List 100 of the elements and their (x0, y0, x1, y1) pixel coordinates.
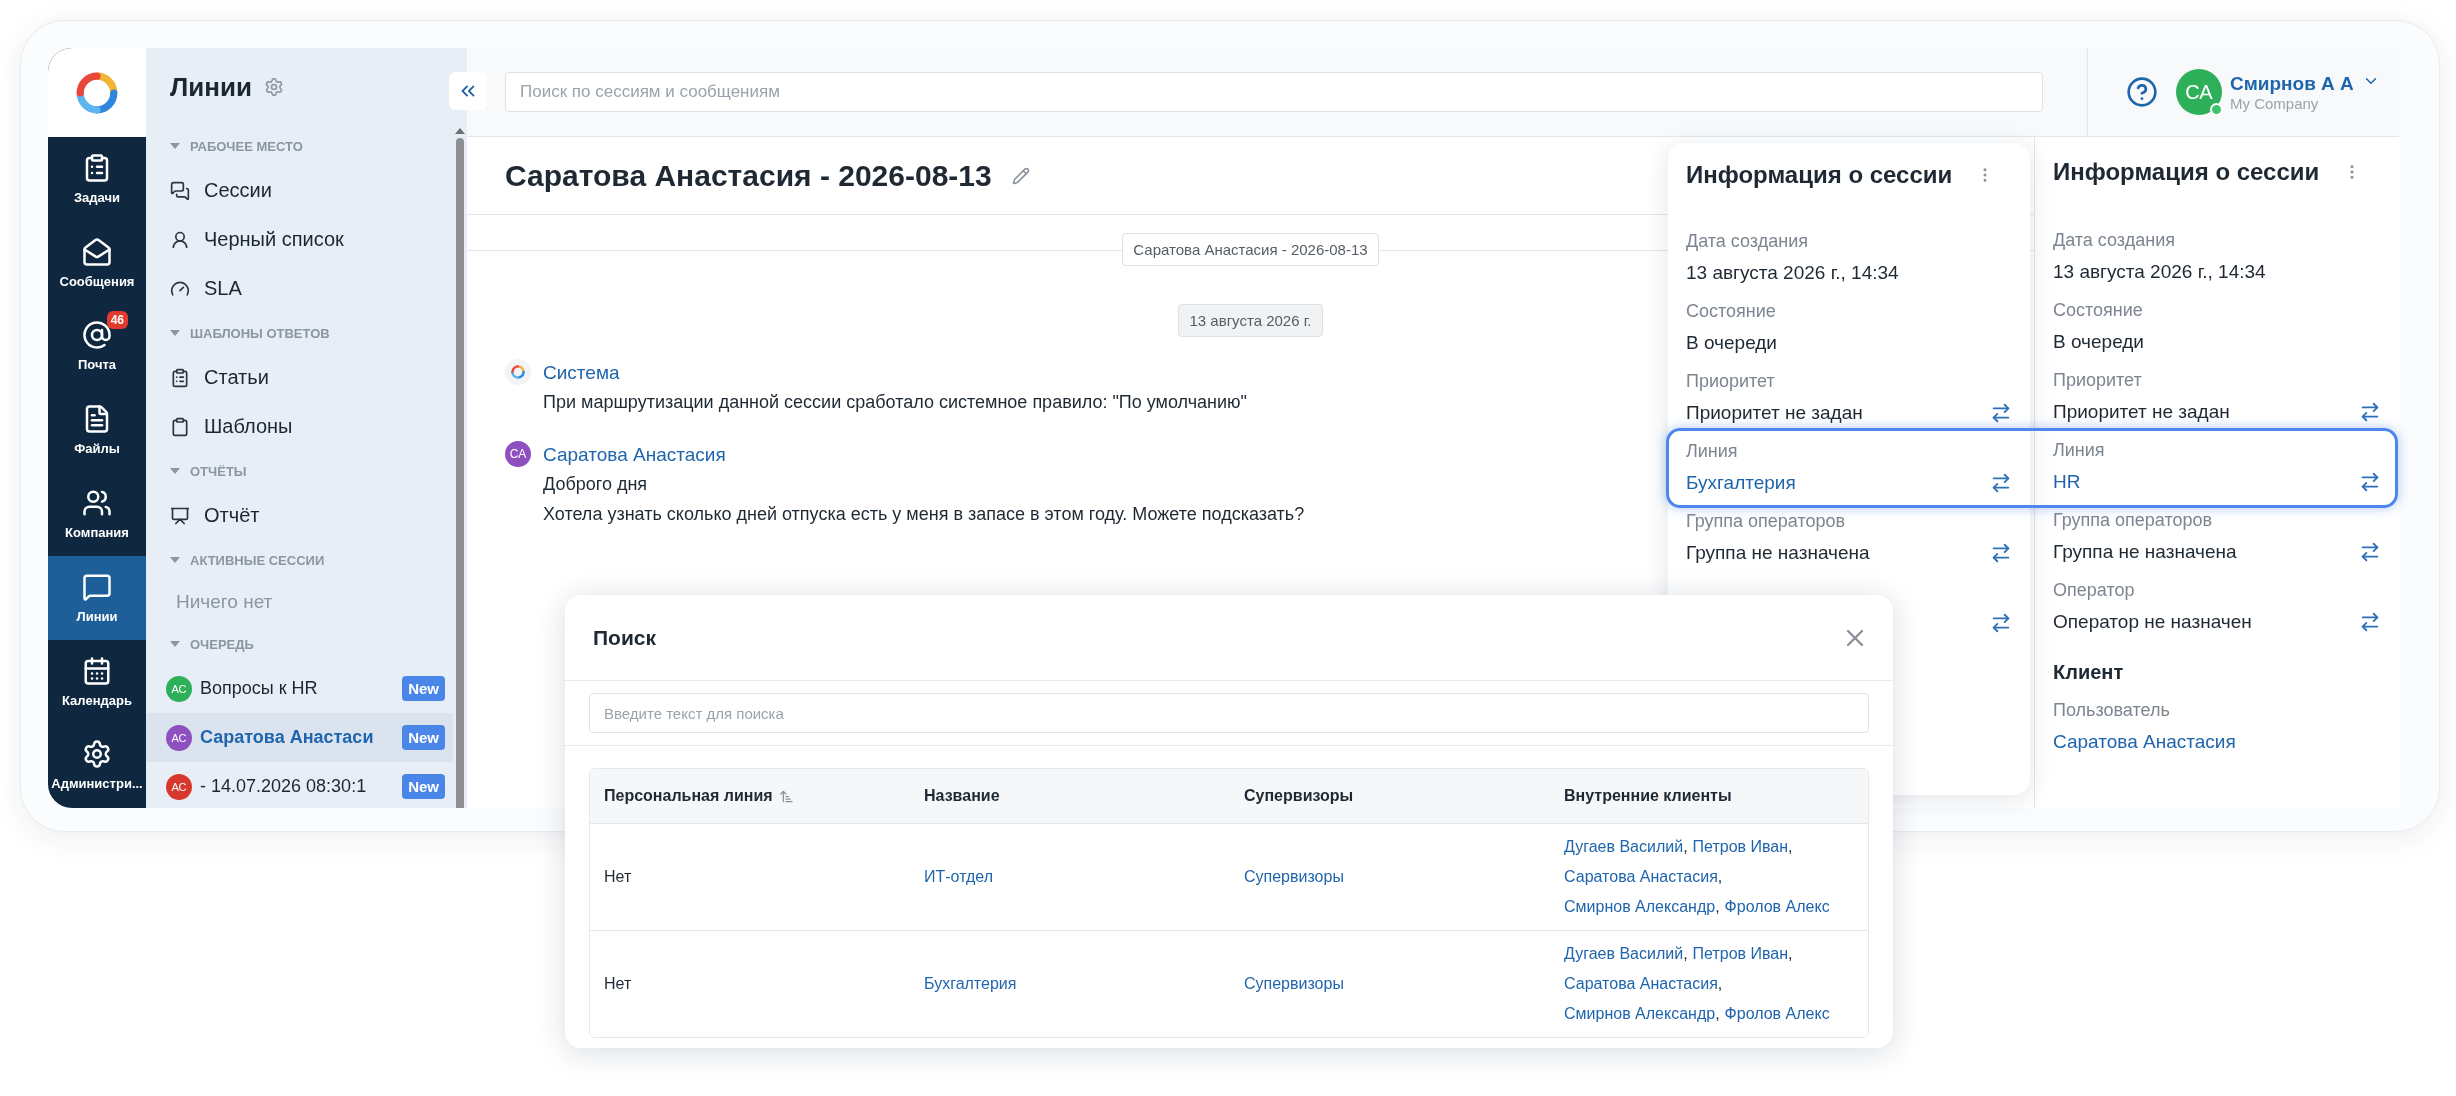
swap-icon[interactable] (2359, 401, 2381, 423)
field-value: Группа не назначена (1686, 542, 1870, 564)
separator-text: , (1788, 945, 1793, 962)
client-link[interactable]: Фролов Алекс (1724, 1005, 1830, 1022)
swap-icon[interactable] (2359, 541, 2381, 563)
nav-item[interactable]: Файлы (48, 388, 146, 473)
section-title: ОЧЕРЕДЬ (190, 636, 254, 652)
swap-icon[interactable] (2359, 471, 2381, 493)
sidebar-title: Линии (170, 71, 252, 103)
caret-icon[interactable] (170, 641, 180, 647)
column-header[interactable]: Персональная линия (604, 787, 773, 805)
client-link[interactable]: Фролов Алекс (1724, 898, 1830, 915)
nav-item[interactable]: Задачи (48, 137, 146, 221)
separator-text: , (1717, 868, 1723, 885)
table-cell: Нет (604, 868, 632, 886)
field-label: Группа операторов (2053, 509, 2214, 532)
card-title: Информация о сессии (1686, 161, 1953, 189)
field-label: Состояние (2053, 299, 2144, 322)
sidebar-item[interactable]: Отчёт (146, 491, 453, 540)
help-icon[interactable] (2126, 76, 2158, 108)
sort-icon[interactable] (778, 788, 794, 804)
field-value: Группа не назначена (2053, 541, 2237, 563)
field-link[interactable]: Саратова Анастасия (2053, 731, 2236, 753)
queue-item[interactable]: АС Вопросы к HR New (146, 664, 453, 713)
scrollbar[interactable] (453, 126, 467, 808)
nav-item[interactable]: Администри... (48, 723, 146, 808)
caret-icon[interactable] (170, 143, 180, 149)
new-badge: New (402, 676, 445, 701)
column-header[interactable]: Внутренние клиенты (1564, 787, 1732, 805)
sidebar-item[interactable]: Черный список (146, 215, 453, 264)
nav-icon (82, 320, 112, 351)
field-label: Линия (2053, 439, 2106, 462)
client-link[interactable]: Смирнов Александр (1564, 1005, 1716, 1022)
message-text: Доброго дня (543, 473, 649, 496)
swap-icon[interactable] (1990, 472, 2012, 494)
client-link[interactable]: Саратова Анастасия (1564, 975, 1718, 992)
queue-item[interactable]: АС - 14.07.2026 08:30:1 New (146, 762, 453, 808)
field-label: Дата создания (1686, 230, 1809, 253)
nav-item[interactable]: Компания (48, 472, 146, 556)
nav-icon (82, 236, 112, 267)
swap-icon[interactable] (1990, 612, 2012, 634)
panel-title: Информация о сессии (2053, 158, 2320, 186)
caret-icon[interactable] (170, 468, 180, 474)
field-value: 13 августа 2026 г., 14:34 (2053, 261, 2266, 283)
collapse-button[interactable] (449, 72, 487, 110)
column-header[interactable]: Супервизоры (1244, 787, 1354, 805)
field-label: Состояние (1686, 300, 1777, 323)
nav-item[interactable]: 46 Почта (48, 304, 146, 389)
field-label: Приоритет (1686, 370, 1776, 393)
section-heading: Клиент (2053, 660, 2124, 684)
field-value: Оператор не назначен (2053, 611, 2252, 633)
session-title: Саратова Анастасия - 2026-08-13 (505, 158, 992, 193)
supervisors-link[interactable]: Супервизоры (1244, 975, 1344, 993)
sidebar-item[interactable]: SLA (146, 264, 453, 313)
section-title: АКТИВНЫЕ СЕССИИ (190, 552, 325, 568)
user-name: Смирнов А А (2230, 72, 2354, 95)
message-author[interactable]: Саратова Анастасия (543, 441, 1305, 469)
client-link[interactable]: Петров Иван (1692, 945, 1789, 962)
new-badge: New (402, 725, 445, 750)
search-field[interactable]: Поиск по сессиям и сообщениям (505, 72, 2043, 112)
line-link[interactable]: ИТ-отдел (924, 868, 993, 886)
edit-icon[interactable] (1011, 166, 1030, 185)
dialog-search-field[interactable]: Введите текст для поиска (589, 693, 1869, 733)
separator-text: , (1715, 1005, 1720, 1022)
queue-name: - 14.07.2026 08:30:1 (200, 776, 368, 797)
queue-item[interactable]: АС Саратова Анастаси New (146, 713, 453, 762)
column-header[interactable]: Название (924, 787, 1000, 805)
client-link[interactable]: Смирнов Александр (1564, 898, 1716, 915)
client-link[interactable]: Петров Иван (1692, 838, 1789, 855)
scroll-up-icon[interactable] (455, 128, 465, 134)
count-badge: 46 (106, 311, 128, 330)
nav-item[interactable]: Сообщения (48, 220, 146, 305)
sidebar-item[interactable]: Сессии (146, 166, 453, 215)
message-author[interactable]: Система (543, 359, 1247, 387)
item-icon (170, 416, 190, 437)
caret-icon[interactable] (170, 330, 180, 336)
client-link[interactable]: Саратова Анастасия (1564, 868, 1718, 885)
swap-icon[interactable] (1990, 542, 2012, 564)
section-title: ОТЧЁТЫ (190, 463, 247, 479)
nav-item[interactable]: Календарь (48, 639, 146, 724)
caret-icon[interactable] (170, 557, 180, 563)
line-link[interactable]: Бухгалтерия (924, 975, 1017, 993)
sidebar-item[interactable]: Статьи (146, 353, 453, 402)
nav-item[interactable]: Линии (48, 556, 146, 640)
field-link[interactable]: HR (2053, 471, 2081, 493)
settings-icon[interactable] (263, 77, 284, 97)
swap-icon[interactable] (2359, 611, 2381, 633)
field-value: В очереди (2053, 331, 2144, 353)
client-link[interactable]: Дугаев Василий (1564, 838, 1684, 855)
nav-icon (82, 739, 112, 770)
item-icon (170, 229, 190, 250)
field-value: В очереди (1686, 332, 1777, 354)
swap-icon[interactable] (1990, 402, 2012, 424)
avatar: СА (505, 441, 531, 467)
item-icon (170, 367, 190, 388)
supervisors-link[interactable]: Супервизоры (1244, 868, 1344, 886)
client-link[interactable]: Дугаев Василий (1564, 945, 1684, 962)
sidebar-item[interactable]: Шаблоны (146, 402, 453, 451)
field-link[interactable]: Бухгалтерия (1686, 472, 1796, 494)
system-logo-icon (510, 364, 526, 380)
